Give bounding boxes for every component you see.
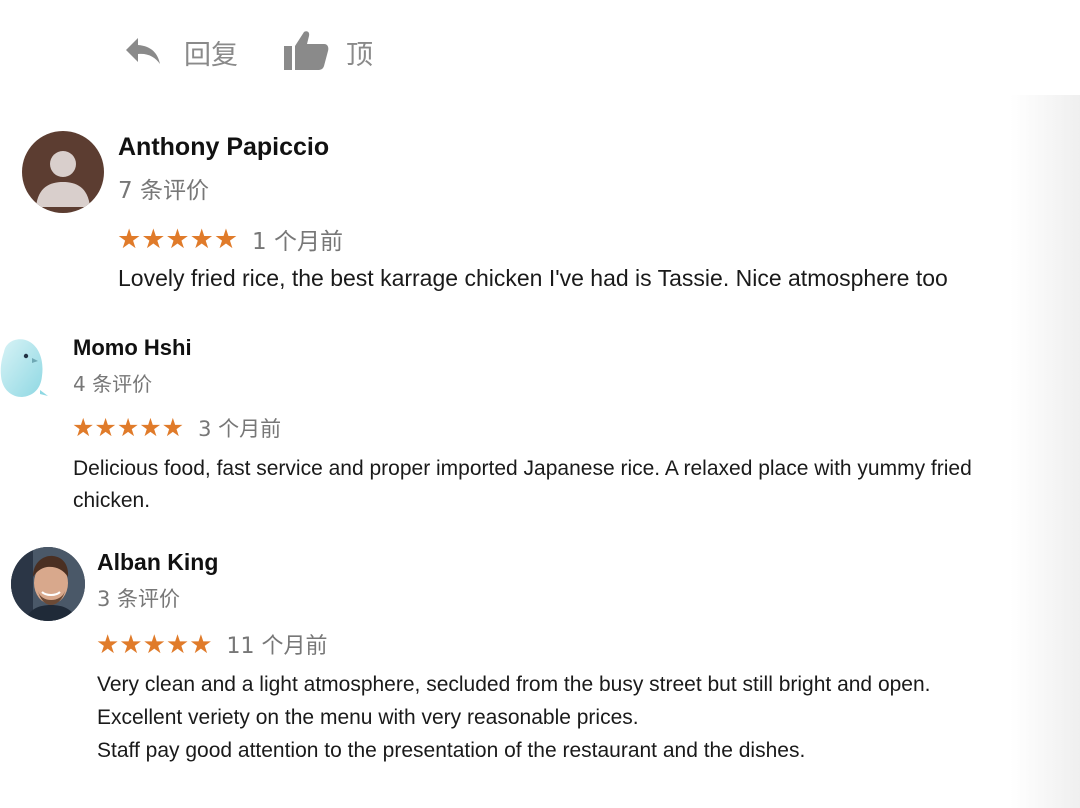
thumbs-up-icon [282, 28, 330, 77]
review-count: 4 条评价 [73, 372, 153, 396]
rating-row: ★★★★★ 11 个月前 [96, 628, 328, 660]
star-rating: ★★★★★ [72, 414, 185, 442]
review-count: 3 条评价 [97, 587, 181, 611]
user-avatar[interactable] [22, 131, 104, 213]
reply-arrow-icon [122, 30, 162, 75]
star-rating: ★★★★★ [96, 628, 213, 659]
upvote-button[interactable]: 顶 [282, 28, 373, 77]
star-rating: ★★★★★ [117, 223, 239, 254]
user-avatar[interactable] [11, 547, 85, 621]
reviewer-name[interactable]: Anthony Papiccio [118, 133, 329, 162]
reply-label: 回复 [184, 40, 238, 71]
review-count: 7 条评价 [118, 178, 209, 204]
review-time: 11 个月前 [226, 634, 328, 659]
review-text-line: Delicious food, fast service and proper … [73, 457, 972, 480]
reviewer-name[interactable]: Momo Hshi [73, 335, 192, 361]
review-text-line: chicken. [73, 489, 151, 512]
rating-row: ★★★★★ 3 个月前 [72, 413, 281, 443]
reviewer-name[interactable]: Alban King [97, 549, 218, 576]
review-text-line: Excellent veriety on the menu with very … [97, 706, 639, 729]
review-time: 1 个月前 [252, 229, 343, 255]
review-text-line: Lovely fried rice, the best karrage chic… [118, 265, 948, 291]
upvote-label: 顶 [346, 40, 373, 71]
right-edge-shade [1010, 95, 1080, 808]
review-text: Lovely fried rice, the best karrage chic… [118, 265, 948, 292]
review-text: Very clean and a light atmosphere, seclu… [97, 668, 931, 767]
review-text-line: Very clean and a light atmosphere, seclu… [97, 673, 931, 696]
user-avatar[interactable] [0, 334, 54, 400]
review-time: 3 个月前 [198, 417, 282, 441]
review-text-line: Staff pay good attention to the presenta… [97, 739, 806, 762]
reply-button[interactable]: 回复 [122, 30, 238, 75]
review-text: Delicious food, fast service and proper … [73, 453, 972, 517]
rating-row: ★★★★★ 1 个月前 [117, 222, 343, 256]
